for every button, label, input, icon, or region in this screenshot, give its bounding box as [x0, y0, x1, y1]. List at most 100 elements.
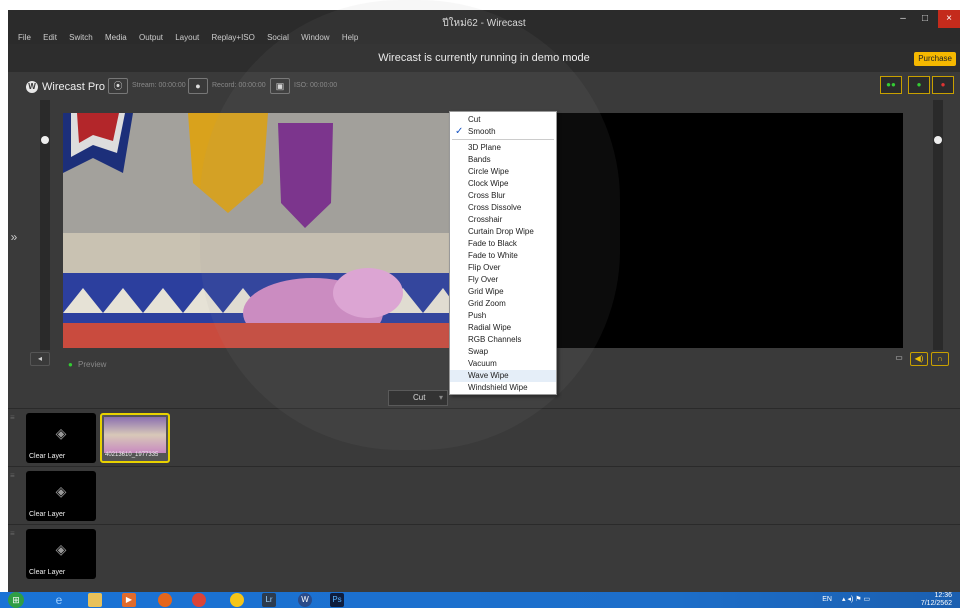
transition-dropdown-menu: Cut ✓ Smooth 3D Plane Bands Circle Wipe C…: [449, 111, 557, 395]
clear-layer-card[interactable]: ◈ Clear Layer: [26, 471, 96, 521]
folder-icon[interactable]: [230, 593, 244, 607]
layers-icon: ◈: [55, 425, 67, 441]
menu-help[interactable]: Help: [342, 32, 358, 44]
menu-item-grid-zoom[interactable]: Grid Zoom: [450, 298, 556, 310]
demo-banner: Wirecast is currently running in demo mo…: [8, 44, 960, 72]
card-label: Clear Layer: [29, 569, 66, 576]
layer-grip-icon[interactable]: ≡: [10, 413, 18, 422]
transition-selected: Cut: [413, 393, 426, 402]
clear-layer-card[interactable]: ◈ Clear Layer: [26, 413, 96, 463]
monitor-icon: ▭: [895, 353, 903, 362]
tally-preview-button[interactable]: ●●: [880, 76, 902, 94]
main-toolbar: W Wirecast Pro ⦿ Stream: 00:00:00 ● Reco…: [8, 72, 960, 100]
chrome-icon[interactable]: [192, 593, 206, 607]
windows-taskbar: ⊞ e ▶ Lr W Ps EN ▴ ◂) ⚑ ▭ 12:36 7/12/256…: [0, 592, 960, 608]
preview-mute-button[interactable]: ◂: [30, 352, 50, 366]
clock-date[interactable]: 7/12/2562: [912, 600, 952, 608]
menu-item-cross-dissolve[interactable]: Cross Dissolve: [450, 202, 556, 214]
preview-image: [63, 113, 461, 348]
record-button[interactable]: ●: [188, 78, 208, 94]
ie-icon[interactable]: e: [52, 593, 66, 607]
lightroom-icon[interactable]: Lr: [262, 593, 276, 607]
menu-social[interactable]: Social: [267, 32, 289, 44]
layer-row-1: ≡ ◈ Clear Layer 40213610_1977335: [8, 408, 960, 466]
maximize-button[interactable]: □: [914, 10, 936, 28]
menu-item-rgb-channels[interactable]: RGB Channels: [450, 334, 556, 346]
menu-item-3d-plane[interactable]: 3D Plane: [450, 142, 556, 154]
explorer-icon[interactable]: [88, 593, 102, 607]
broadcast-icon: ⦿: [113, 81, 123, 91]
record-timer: Record: 00:00:00: [212, 82, 266, 89]
menu-separator: [452, 139, 554, 140]
minimize-button[interactable]: –: [892, 10, 914, 28]
menu-item-swap[interactable]: Swap: [450, 346, 556, 358]
menu-output[interactable]: Output: [139, 32, 163, 44]
chevron-down-icon: ▾: [438, 393, 443, 402]
photoshop-icon[interactable]: Ps: [330, 593, 344, 607]
title-bar: ปีใหม่62 - Wirecast – □ ×: [8, 10, 960, 32]
speaker-on-icon: ◀): [914, 354, 924, 363]
headphones-icon: ∩: [937, 354, 943, 363]
purchase-button[interactable]: Purchase: [914, 52, 956, 66]
menu-item-fade-to-black[interactable]: Fade to Black: [450, 238, 556, 250]
menu-media[interactable]: Media: [105, 32, 127, 44]
iso-button[interactable]: ▣: [270, 78, 290, 94]
menu-item-push[interactable]: Push: [450, 310, 556, 322]
layer-row-2: ≡ ◈ Clear Layer: [8, 466, 960, 524]
menu-item-grid-wipe[interactable]: Grid Wipe: [450, 286, 556, 298]
media-shot-card[interactable]: 40213610_1977335: [100, 413, 170, 463]
tally-red-button[interactable]: ●: [932, 76, 954, 94]
expand-sidebar-icon[interactable]: »: [8, 230, 20, 250]
menu-item-bands[interactable]: Bands: [450, 154, 556, 166]
window-title: ปีใหม่62 - Wirecast: [442, 18, 526, 29]
stream-button[interactable]: ⦿: [108, 78, 128, 94]
preview-dot-icon: ●: [68, 360, 73, 369]
menu-item-windshield-wipe[interactable]: Windshield Wipe: [450, 382, 556, 394]
start-button[interactable]: ⊞: [8, 592, 24, 608]
live-volume-knob[interactable]: [934, 136, 942, 144]
firefox-icon[interactable]: [158, 593, 172, 607]
menu-item-fade-to-white[interactable]: Fade to White: [450, 250, 556, 262]
clock-time[interactable]: 12:36: [912, 592, 952, 600]
iso-timer: ISO: 00:00:00: [294, 82, 338, 89]
menu-item-radial-wipe[interactable]: Radial Wipe: [450, 322, 556, 334]
menu-file[interactable]: File: [18, 32, 31, 44]
media-icon[interactable]: ▶: [122, 593, 136, 607]
layer-grip-icon[interactable]: ≡: [10, 529, 18, 538]
menu-item-wave-wipe[interactable]: Wave Wipe: [450, 370, 556, 382]
menu-bar: File Edit Switch Media Output Layout Rep…: [8, 32, 960, 44]
transition-select[interactable]: Cut ▾: [388, 390, 448, 406]
menu-item-fly-over[interactable]: Fly Over: [450, 274, 556, 286]
menu-replay-iso[interactable]: Replay+ISO: [212, 32, 255, 44]
menu-item-cut[interactable]: Cut: [450, 114, 556, 126]
menu-item-smooth[interactable]: ✓ Smooth: [450, 126, 556, 138]
tray-icons[interactable]: ▴ ◂) ⚑ ▭: [842, 596, 892, 604]
clear-layer-card[interactable]: ◈ Clear Layer: [26, 529, 96, 579]
record-icon: ●: [195, 81, 201, 91]
layers-icon: ◈: [55, 483, 67, 499]
tally-green-button[interactable]: ●: [908, 76, 930, 94]
menu-item-curtain-drop-wipe[interactable]: Curtain Drop Wipe: [450, 226, 556, 238]
headphones-button[interactable]: ∩: [931, 352, 949, 366]
menu-item-crosshair[interactable]: Crosshair: [450, 214, 556, 226]
preview-canvas[interactable]: [63, 113, 461, 348]
wirecast-icon[interactable]: W: [298, 593, 312, 607]
close-button[interactable]: ×: [938, 10, 960, 28]
menu-layout[interactable]: Layout: [175, 32, 199, 44]
live-audio-button[interactable]: ◀): [910, 352, 928, 366]
menu-item-circle-wipe[interactable]: Circle Wipe: [450, 166, 556, 178]
menu-window[interactable]: Window: [301, 32, 329, 44]
menu-item-flip-over[interactable]: Flip Over: [450, 262, 556, 274]
menu-edit[interactable]: Edit: [43, 32, 57, 44]
preview-volume-knob[interactable]: [41, 136, 49, 144]
monitor-button[interactable]: ▭: [892, 352, 906, 366]
demo-message: Wirecast is currently running in demo mo…: [378, 52, 590, 64]
menu-item-clock-wipe[interactable]: Clock Wipe: [450, 178, 556, 190]
language-indicator[interactable]: EN: [822, 596, 832, 604]
live-audio-meter: [933, 100, 943, 350]
checkmark-icon: ✓: [455, 126, 464, 137]
menu-item-cross-blur[interactable]: Cross Blur: [450, 190, 556, 202]
menu-switch[interactable]: Switch: [69, 32, 93, 44]
menu-item-vacuum[interactable]: Vacuum: [450, 358, 556, 370]
layer-grip-icon[interactable]: ≡: [10, 471, 18, 480]
